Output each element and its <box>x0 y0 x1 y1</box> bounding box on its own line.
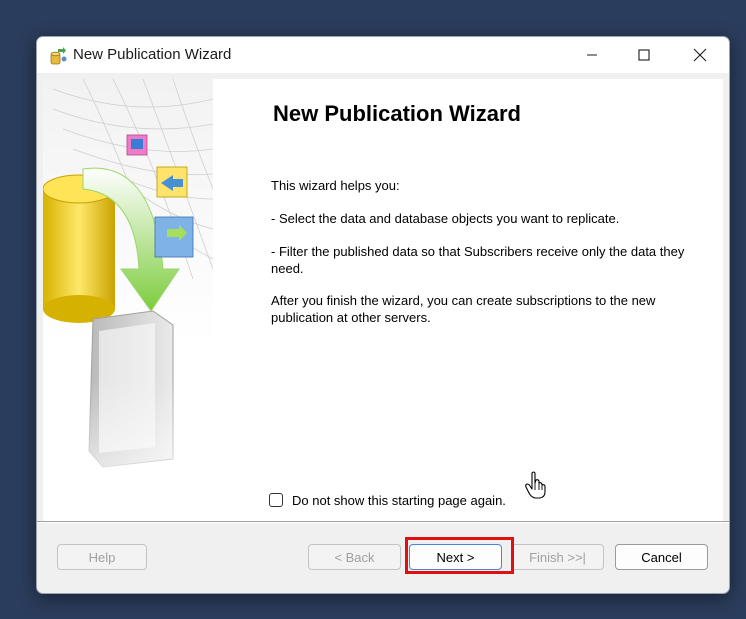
cancel-button[interactable]: Cancel <box>615 544 708 570</box>
minimize-button[interactable] <box>567 37 617 73</box>
close-icon <box>693 48 707 62</box>
wizard-banner-image <box>43 79 213 521</box>
help-button[interactable]: Help <box>57 544 147 570</box>
maximize-icon <box>638 49 650 61</box>
wizard-app-icon <box>48 45 68 65</box>
dont-show-again-label[interactable]: Do not show this starting page again. <box>292 493 506 508</box>
finish-button[interactable]: Finish >>| <box>511 544 604 570</box>
closing-text: After you finish the wizard, you can cre… <box>271 293 656 325</box>
dont-show-again-row[interactable]: Do not show this starting page again. <box>269 491 506 509</box>
back-button[interactable]: < Back <box>308 544 401 570</box>
next-button-highlight <box>405 537 514 574</box>
bullet-filter-data: - Filter the published data so that Subs… <box>271 244 685 276</box>
page-heading: New Publication Wizard <box>273 101 521 126</box>
hand-pointer-icon <box>525 471 547 504</box>
wizard-content-panel: New Publication Wizard This wizard helps… <box>43 79 723 521</box>
minimize-icon <box>587 54 597 56</box>
close-button[interactable] <box>675 37 725 73</box>
title-bar[interactable]: New Publication Wizard <box>37 37 729 73</box>
wizard-window: New Publication Wizard New Publication W… <box>36 36 730 594</box>
bullet-select-data: - Select the data and database objects y… <box>271 211 620 226</box>
maximize-button[interactable] <box>619 37 669 73</box>
window-title: New Publication Wizard <box>73 46 232 63</box>
footer-separator <box>37 521 729 523</box>
dont-show-again-checkbox[interactable] <box>269 493 283 507</box>
intro-text: This wizard helps you: <box>271 178 400 193</box>
